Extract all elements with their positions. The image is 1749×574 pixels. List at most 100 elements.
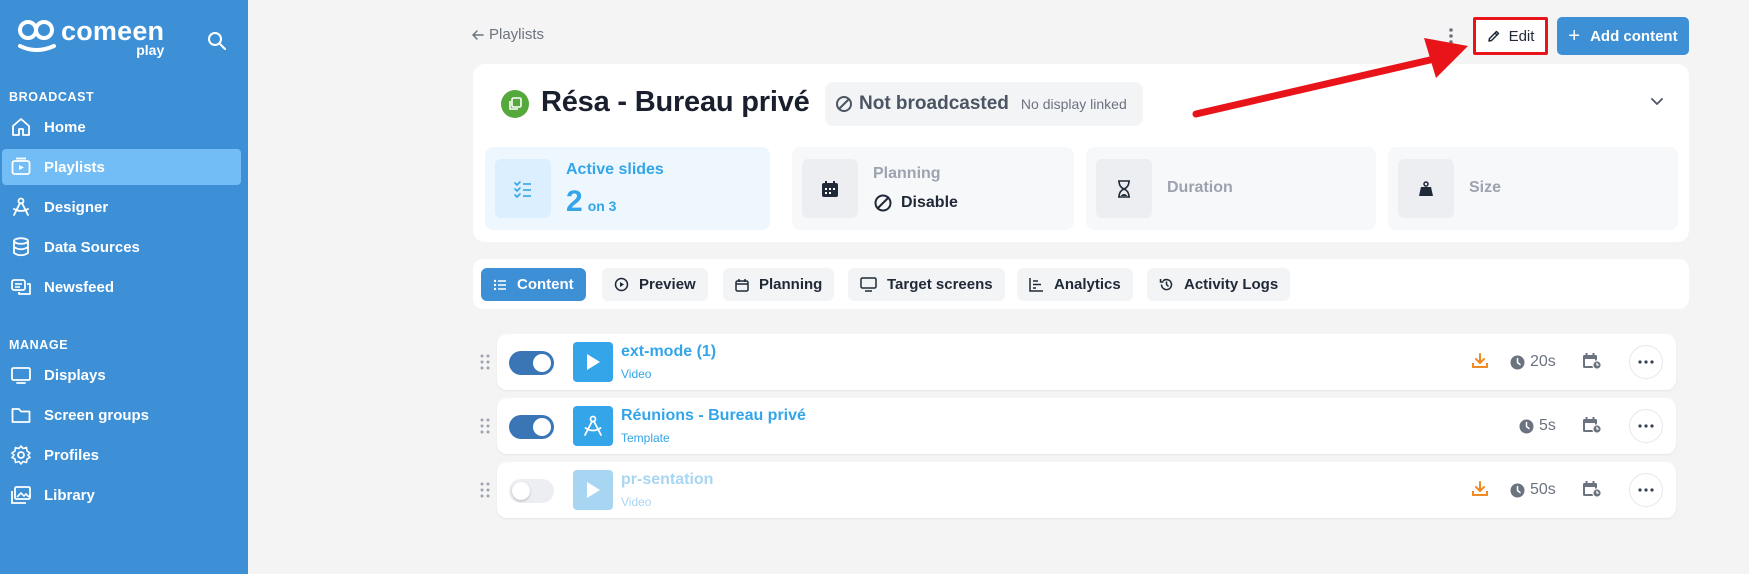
sidebar-item-label: Profiles [44, 446, 100, 464]
drag-handle-icon[interactable] [479, 417, 491, 435]
sidebar-item-label: Screen groups [44, 406, 150, 424]
add-content-label: Add content [1590, 27, 1678, 45]
enable-toggle[interactable] [509, 415, 554, 439]
home-icon [12, 118, 30, 136]
content-type: Video [621, 367, 652, 381]
enable-toggle[interactable] [509, 479, 554, 503]
sidebar-item-screen-groups[interactable]: Screen groups [2, 397, 241, 433]
tab-label: Target screens [887, 276, 993, 293]
content-name[interactable]: ext-mode (1) [621, 343, 716, 361]
content-type: Template [621, 431, 670, 445]
monitor-icon [860, 277, 877, 292]
sidebar-item-playlists[interactable]: Playlists [2, 149, 241, 185]
schedule-icon[interactable] [1582, 352, 1602, 370]
active-slides-count: 2 [566, 185, 583, 218]
comeen-play-logo[interactable]: comeen play [17, 18, 164, 57]
hourglass-icon [1096, 159, 1152, 218]
section-title-broadcast: BROADCAST [9, 90, 95, 104]
clock-icon [1510, 355, 1525, 369]
row-more-button[interactable] [1629, 473, 1663, 507]
download-icon[interactable] [1471, 480, 1489, 498]
edit-button[interactable]: Edit [1473, 17, 1548, 55]
schedule-icon[interactable] [1582, 416, 1602, 434]
playlist-type-icon [501, 90, 529, 118]
play-circle-icon [614, 277, 629, 292]
sidebar-item-label: Displays [44, 366, 106, 384]
sidebar-item-designer[interactable]: Designer [2, 189, 241, 225]
tab-analytics[interactable]: Analytics [1017, 268, 1133, 301]
row-more-button[interactable] [1629, 409, 1663, 443]
download-icon[interactable] [1471, 352, 1489, 370]
clock-icon [1510, 483, 1525, 497]
sidebar-item-library[interactable]: Library [2, 477, 241, 513]
ellipsis-icon [1638, 424, 1654, 428]
stat-label: Duration [1167, 179, 1233, 196]
video-thumbnail-icon[interactable] [573, 470, 613, 510]
content-row: Réunions - Bureau privé Template 5s [473, 398, 1676, 454]
stat-label: Size [1469, 179, 1502, 196]
sidebar-item-label: Newsfeed [44, 278, 115, 296]
active-slides-value: 2 on 3 [566, 185, 616, 219]
plus-icon: + [1568, 25, 1581, 47]
enable-toggle[interactable] [509, 351, 554, 375]
drag-handle-icon[interactable] [479, 481, 491, 499]
database-icon [13, 237, 29, 257]
chevron-down-icon[interactable] [1648, 92, 1666, 110]
schedule-icon[interactable] [1582, 480, 1602, 498]
back-to-playlists-link[interactable]: Playlists [471, 26, 544, 43]
clock-icon [1519, 419, 1534, 433]
planning-value: Disable [873, 193, 958, 213]
content-name[interactable]: pr-sentation [621, 471, 713, 489]
playlist-tabs: Content Preview Planning Target screens … [473, 259, 1689, 309]
content-row-card: ext-mode (1) Video 20s [497, 334, 1676, 390]
sidebar-item-displays[interactable]: Displays [2, 357, 241, 393]
stat-size: Size [1388, 147, 1678, 230]
broadcast-status-badge: Not broadcasted No display linked [825, 82, 1143, 126]
sidebar-item-newsfeed[interactable]: Newsfeed [2, 269, 241, 305]
template-thumbnail-icon[interactable] [573, 406, 613, 446]
tab-activity-logs[interactable]: Activity Logs [1147, 268, 1291, 301]
list-icon [493, 279, 506, 290]
ellipsis-icon [1638, 360, 1654, 364]
content-row-card: Réunions - Bureau privé Template 5s [497, 398, 1676, 454]
edit-button-label: Edit [1508, 27, 1535, 45]
tab-target-screens[interactable]: Target screens [848, 268, 1005, 301]
ellipsis-icon [1638, 488, 1654, 492]
duration-display: 50s [1510, 481, 1556, 499]
content-type: Video [621, 495, 652, 509]
logo-main-text: comeen [61, 16, 165, 46]
weight-icon [1398, 159, 1454, 218]
sidebar-item-data-sources[interactable]: Data Sources [2, 229, 241, 265]
calendar-icon [735, 278, 749, 292]
images-icon [11, 486, 31, 504]
search-icon[interactable] [206, 30, 228, 52]
sidebar-item-profiles[interactable]: Profiles [2, 437, 241, 473]
tab-label: Content [517, 276, 574, 293]
sidebar-item-label: Playlists [44, 158, 105, 176]
tab-preview[interactable]: Preview [602, 268, 708, 301]
content-name[interactable]: Réunions - Bureau privé [621, 407, 806, 425]
sidebar-item-label: Designer [44, 198, 109, 216]
row-more-button[interactable] [1629, 345, 1663, 379]
broadcast-status-text: Not broadcasted [859, 93, 1009, 114]
history-icon [1159, 278, 1173, 291]
monitor-icon [11, 367, 31, 384]
more-options-icon[interactable] [1441, 24, 1461, 48]
designer-icon [13, 197, 29, 216]
stat-planning: Planning Disable [792, 147, 1074, 230]
playlist-icon [11, 157, 31, 175]
tab-planning[interactable]: Planning [723, 268, 835, 301]
tab-content[interactable]: Content [481, 268, 586, 301]
stat-label: Planning [873, 165, 941, 182]
logo-icon [18, 20, 56, 52]
arrow-left-icon [472, 29, 484, 40]
folder-icon [11, 408, 31, 423]
add-content-button[interactable]: + Add content [1557, 17, 1689, 55]
tab-label: Activity Logs [1184, 276, 1279, 293]
calendar-icon [802, 159, 858, 218]
content-row-card: pr-sentation Video 50s [497, 462, 1676, 518]
sidebar-item-home[interactable]: Home [2, 109, 241, 145]
drag-handle-icon[interactable] [479, 353, 491, 371]
video-thumbnail-icon[interactable] [573, 342, 613, 382]
duration-value: 20s [1530, 353, 1556, 370]
